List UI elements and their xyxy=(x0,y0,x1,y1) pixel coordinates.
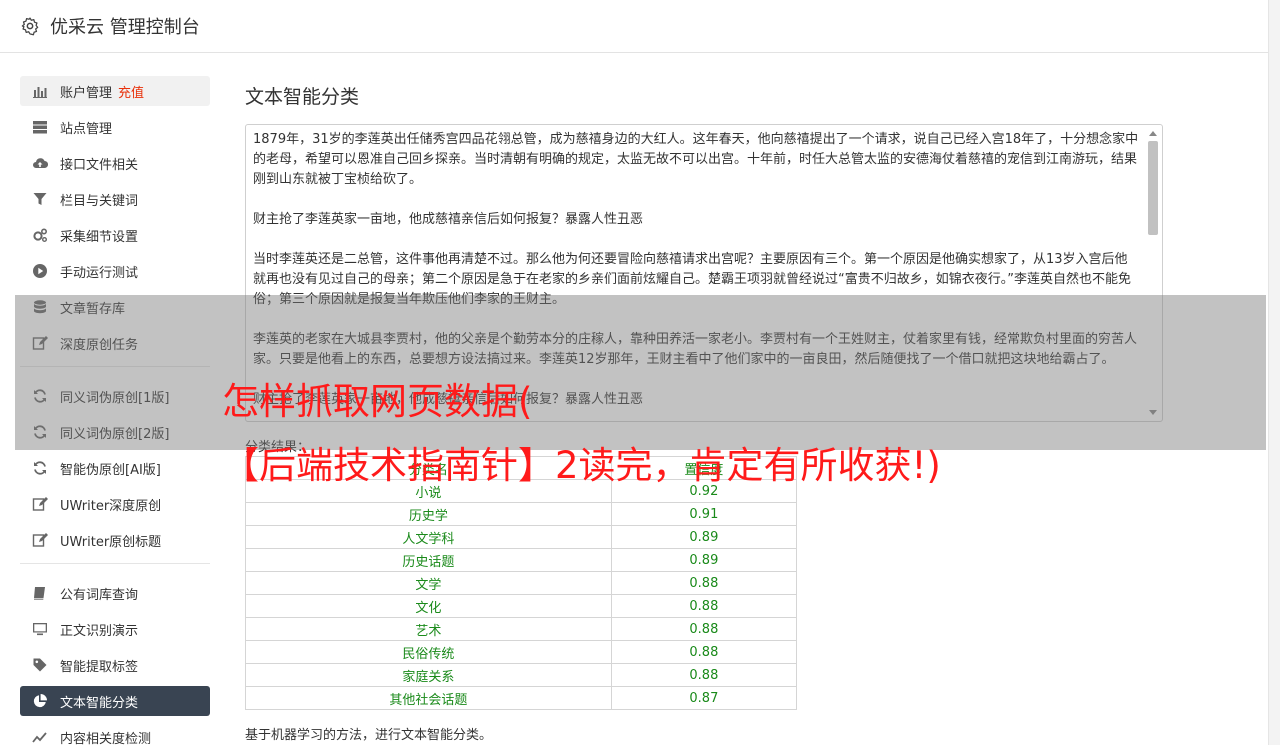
book-icon xyxy=(32,585,48,601)
table-row: 文化 0.88 xyxy=(245,594,798,618)
server-icon xyxy=(32,119,48,135)
table-row: 其他社会话题 0.87 xyxy=(245,686,798,710)
scroll-up-icon[interactable] xyxy=(1149,131,1157,136)
filter-icon xyxy=(32,191,48,207)
sidebar-item-interface-files[interactable]: 接口文件相关 xyxy=(20,148,210,178)
table-row: 家庭关系 0.88 xyxy=(245,663,798,687)
overlay-headline: 怎样抓取网页数据( 【后端技术指南针】2读完，肯定有所收获!) xyxy=(222,370,1122,498)
sidebar-item-label: 文本智能分类 xyxy=(60,695,139,711)
category-cell: 文学 xyxy=(245,571,612,595)
sidebar-item-label: 正文识别演示 xyxy=(60,623,139,639)
confidence-cell: 0.88 xyxy=(610,594,798,618)
confidence-cell: 0.88 xyxy=(610,571,798,595)
page-title: 文本智能分类 xyxy=(245,86,360,108)
sidebar-item-manual-run[interactable]: 手动运行测试 xyxy=(20,256,210,286)
edit-icon xyxy=(32,496,48,512)
refresh-icon xyxy=(32,460,48,476)
sidebar-item-public-lexicon[interactable]: 公有词库查询 xyxy=(20,578,210,608)
category-cell: 家庭关系 xyxy=(245,663,612,687)
table-row: 民俗传统 0.88 xyxy=(245,640,798,664)
cogs-icon xyxy=(32,227,48,243)
play-circle-icon xyxy=(32,263,48,279)
sidebar-item-label: 公有词库查询 xyxy=(60,587,139,603)
app-window: 优采云 管理控制台 账户管理 充值 站点管理 接口文件相关 栏目与关键词 采集细… xyxy=(0,0,1269,745)
sidebar-item-label: 栏目与关键词 xyxy=(60,193,139,209)
text-paragraph: 财主抢了李莲英家一亩地，他成慈禧亲信后如何报复？暴露人性丑恶 xyxy=(253,212,644,227)
gear-icon xyxy=(21,17,39,36)
category-cell: 人文学科 xyxy=(245,525,612,549)
category-cell: 民俗传统 xyxy=(245,640,612,664)
sidebar-item-columns-keywords[interactable]: 栏目与关键词 xyxy=(20,184,210,214)
category-cell: 文化 xyxy=(245,594,612,618)
pie-chart-icon xyxy=(32,693,48,709)
sidebar-item-text-classification[interactable]: 文本智能分类 xyxy=(20,686,210,716)
category-cell: 历史学 xyxy=(245,502,612,526)
table-row: 文学 0.88 xyxy=(245,571,798,595)
confidence-cell: 0.88 xyxy=(610,617,798,641)
sidebar-item-ai-rewrite[interactable]: 智能伪原创[AI版] xyxy=(20,453,210,483)
sidebar-item-uwriter-title[interactable]: UWriter原创标题 xyxy=(20,525,210,555)
monitor-icon xyxy=(32,621,48,637)
sidebar-item-tag-extraction[interactable]: 智能提取标签 xyxy=(20,650,210,680)
category-cell: 历史话题 xyxy=(245,548,612,572)
table-row: 艺术 0.88 xyxy=(245,617,798,641)
tag-icon xyxy=(32,657,48,673)
sidebar-item-label: UWriter原创标题 xyxy=(60,534,162,550)
sidebar-item-label: 内容相关度检测 xyxy=(60,731,152,745)
sidebar-item-sites[interactable]: 站点管理 xyxy=(20,112,210,142)
overlay-headline-line2: 【后端技术指南针】2读完，肯定有所收获!) xyxy=(222,444,941,487)
sidebar-item-text-recognition[interactable]: 正文识别演示 xyxy=(20,614,210,644)
confidence-cell: 0.87 xyxy=(610,686,798,710)
sidebar-item-label: 智能提取标签 xyxy=(60,659,139,675)
recharge-link[interactable]: 充值 xyxy=(118,82,144,101)
table-row: 人文学科 0.89 xyxy=(245,525,798,549)
table-row: 历史学 0.91 xyxy=(245,502,798,526)
bar-chart-icon xyxy=(32,83,48,99)
sidebar-item-label: UWriter深度原创 xyxy=(60,498,162,514)
confidence-cell: 0.88 xyxy=(610,663,798,687)
sidebar-item-label: 采集细节设置 xyxy=(60,229,139,245)
sidebar-item-label: 手动运行测试 xyxy=(60,265,139,281)
sidebar-item-label: 站点管理 xyxy=(60,121,113,137)
confidence-cell: 0.88 xyxy=(610,640,798,664)
sidebar-item-collect-settings[interactable]: 采集细节设置 xyxy=(20,220,210,250)
category-cell: 其他社会话题 xyxy=(245,686,612,710)
text-paragraph: 1879年，31岁的李莲英出任储秀宫四品花翎总管，成为慈禧身边的大红人。这年春天… xyxy=(253,132,1139,187)
confidence-cell: 0.91 xyxy=(610,502,798,526)
chart-icon xyxy=(32,729,48,745)
confidence-cell: 0.89 xyxy=(610,548,798,572)
overlay-headline-line1: 怎样抓取网页数据( xyxy=(222,380,533,423)
category-cell: 艺术 xyxy=(245,617,612,641)
sidebar-item-relevance-check[interactable]: 内容相关度检测 xyxy=(20,722,210,745)
sidebar-item-label: 智能伪原创[AI版] xyxy=(60,462,161,478)
table-row: 历史话题 0.89 xyxy=(245,548,798,572)
top-bar: 优采云 管理控制台 xyxy=(0,0,1268,53)
sidebar-divider xyxy=(20,563,210,564)
cloud-upload-icon xyxy=(32,155,48,171)
sidebar-item-label: 接口文件相关 xyxy=(60,157,139,173)
method-footnote: 基于机器学习的方法，进行文本智能分类。 xyxy=(245,728,493,743)
sidebar-item-account[interactable]: 账户管理 充值 xyxy=(20,76,210,106)
edit-icon xyxy=(32,532,48,548)
sidebar-item-label: 账户管理 xyxy=(60,85,113,101)
sidebar-item-uwriter-deep[interactable]: UWriter深度原创 xyxy=(20,489,210,519)
confidence-cell: 0.89 xyxy=(610,525,798,549)
app-title: 优采云 管理控制台 xyxy=(50,17,200,38)
scrollbar-thumb[interactable] xyxy=(1148,141,1158,235)
